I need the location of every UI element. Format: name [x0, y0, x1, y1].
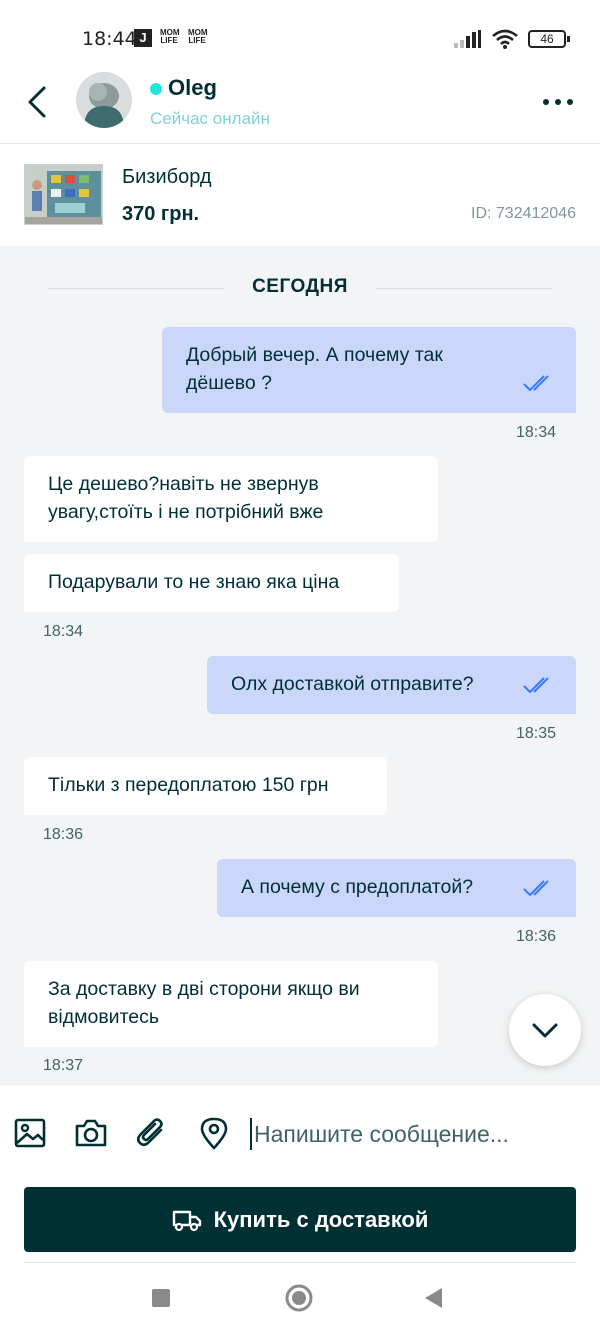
image-icon[interactable] [13, 1116, 47, 1150]
wifi-icon [492, 29, 518, 49]
app-notification-icon: MOM LIFE [160, 28, 180, 45]
double-check-icon [523, 677, 549, 694]
message-bubble-incoming[interactable]: За доставку в дві сторони якщо ви відмов… [24, 961, 438, 1047]
message-composer [0, 1086, 600, 1182]
message-time: 18:34 [43, 623, 84, 640]
back-arrow-icon[interactable] [22, 82, 56, 122]
contact-name: Oleg [168, 75, 217, 100]
date-separator: СЕГОДНЯ [48, 276, 552, 300]
message-text: Олх доставкой отправите? [231, 673, 474, 695]
listing-photo-icon [25, 165, 102, 224]
double-check-icon [523, 375, 549, 392]
message-time: 18:36 [43, 826, 84, 843]
app-notification-icon: MOM LIFE [188, 28, 208, 45]
message-text: Це дешево?навіть не звернув увагу,стоїть… [48, 473, 324, 523]
scroll-to-bottom-button[interactable] [509, 994, 581, 1066]
home-circle-icon[interactable] [284, 1283, 314, 1313]
buy-with-delivery-button[interactable]: Купить с доставкой [24, 1187, 576, 1252]
truck-icon [172, 1210, 201, 1231]
message-time: 18:37 [43, 1057, 84, 1074]
status-bar: 18:44 J MOM LIFE MOM LIFE 46 [0, 0, 600, 72]
message-bubble-incoming[interactable]: Подарували то не знаю яка ціна [24, 554, 399, 612]
contact-status: Сейчас онлайн [150, 109, 270, 128]
chat-header: Oleg Сейчас онлайн [0, 72, 600, 144]
message-time: 18:35 [515, 725, 556, 742]
date-separator-label: СЕГОДНЯ [252, 276, 348, 297]
avatar[interactable] [76, 72, 132, 128]
divider [24, 1262, 576, 1263]
message-text: Тільки з передоплатою 150 грн [48, 774, 329, 796]
camera-icon[interactable] [74, 1116, 108, 1150]
message-text: Подарували то не знаю яка ціна [48, 571, 340, 593]
buy-button-label: Купить с доставкой [213, 1206, 429, 1232]
online-indicator [150, 83, 162, 95]
chat-thread[interactable]: СЕГОДНЯ Добрый вечер. А почему так дёшев… [0, 246, 600, 1086]
message-time: 18:36 [515, 928, 556, 945]
location-pin-icon[interactable] [197, 1116, 231, 1150]
more-icon[interactable] [540, 90, 576, 114]
listing-price: 370 грн. [122, 203, 200, 225]
message-bubble-outgoing[interactable]: Олх доставкой отправите? [207, 656, 576, 714]
double-check-icon [523, 880, 549, 897]
listing-thumbnail[interactable] [24, 164, 103, 225]
app-notification-icon: J [134, 29, 152, 47]
message-bubble-outgoing[interactable]: Добрый вечер. А почему так дёшево ? [162, 327, 576, 413]
back-triangle-icon[interactable] [423, 1287, 443, 1309]
message-bubble-incoming[interactable]: Тільки з передоплатою 150 грн [24, 757, 387, 815]
listing-id: ID: 732412046 [471, 205, 576, 222]
message-text: Добрый вечер. А почему так дёшево ? [186, 344, 443, 394]
status-time: 18:44 [82, 28, 137, 50]
battery-indicator: 46 [528, 30, 570, 48]
message-input[interactable] [250, 1118, 570, 1150]
status-indicators: 46 [454, 28, 570, 50]
message-bubble-outgoing[interactable]: А почему с предоплатой? [217, 859, 576, 917]
paperclip-icon[interactable] [135, 1116, 169, 1150]
avatar-silhouette-icon [76, 72, 132, 128]
message-time: 18:34 [515, 424, 556, 441]
message-bubble-incoming[interactable]: Це дешево?навіть не звернув увагу,стоїть… [24, 456, 438, 542]
system-navigation-bar [0, 1264, 600, 1332]
listing-card[interactable]: Бизиборд 370 грн. ID: 732412046 [0, 144, 600, 246]
message-text: За доставку в дві сторони якщо ви відмов… [48, 978, 360, 1028]
signal-icon [454, 30, 481, 48]
chevron-down-icon [532, 1023, 558, 1038]
listing-title: Бизиборд [122, 166, 212, 188]
recents-square-icon[interactable] [151, 1288, 171, 1308]
message-text: А почему с предоплатой? [241, 876, 474, 898]
